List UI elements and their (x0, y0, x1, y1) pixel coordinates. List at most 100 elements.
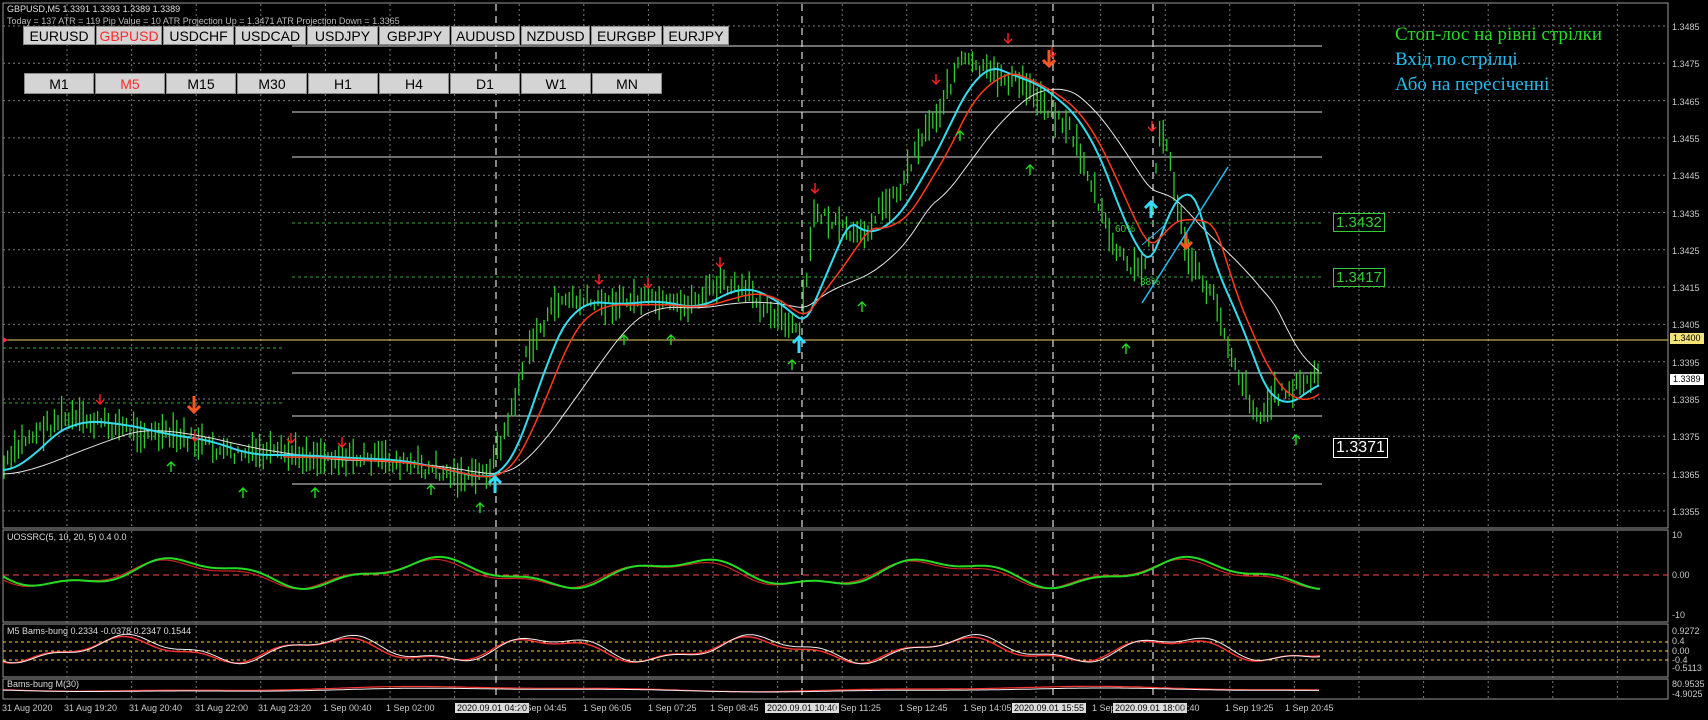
time-tick-label: 31 Aug 22:00 (195, 703, 249, 713)
symbol-info: GBPUSD,M5 1.3391 1.3393 1.3389 1.3389 (7, 4, 181, 14)
chart-canvas[interactable] (0, 0, 1708, 720)
price-tick-label: 1.3395 (1672, 357, 1700, 368)
symbol-button-nzdusd[interactable]: NZDUSD (521, 26, 590, 45)
uossrc-axis-zero: 0.00 (1672, 570, 1690, 580)
annotation-crossing: Або на пересіченні (1395, 74, 1550, 95)
arrow-up-icon (1025, 164, 1035, 175)
big-arrow-up-icon (487, 474, 503, 493)
time-tick-label: 1 Sep 20:45 (1285, 703, 1334, 713)
current-price-label: 1.3389 (1670, 374, 1704, 385)
price-tick-label: 1.3465 (1672, 96, 1700, 107)
timeframe-button-d1[interactable]: D1 (450, 73, 520, 94)
timeframe-button-mn[interactable]: MN (592, 73, 662, 94)
price-tick-label: 1.3445 (1672, 171, 1700, 182)
time-tick-label: 1 Sep 04:45 (518, 703, 567, 713)
uossrc-signal-line (2, 558, 1320, 590)
bams-m30-axis-min: -4.9025 (1672, 689, 1703, 699)
time-tick-label: 1 Sep 07:25 (648, 703, 697, 713)
time-tick-label: 1 Sep 12:45 (899, 703, 948, 713)
time-cursor-label: 2020.09.01 15:55 (1012, 703, 1087, 713)
arrow-down-icon (1003, 33, 1013, 44)
bams-axis-max: 0.9272 (1672, 626, 1700, 636)
time-tick-label: 31 Aug 23:20 (258, 703, 312, 713)
arrow-down-icon (1147, 121, 1157, 132)
arrow-down-icon (810, 183, 820, 194)
uossrc-axis-bottom: -10 (1672, 610, 1686, 620)
timeframe-button-m30[interactable]: M30 (237, 73, 307, 94)
arrow-down-icon (715, 257, 725, 268)
time-tick-label: 31 Aug 2020 (2, 703, 53, 713)
fib-label-38: 38% (1140, 277, 1161, 288)
price-tick-label: 1.3385 (1672, 395, 1700, 405)
price-tick-label: 1.3355 (1672, 506, 1700, 517)
symbol-button-usdchf[interactable]: USDCHF (163, 26, 234, 45)
time-tick-label: 1 Sep 14:05 (963, 703, 1012, 713)
big-arrow-up-icon (1143, 199, 1159, 218)
arrow-up-icon (857, 301, 867, 312)
level-label-1371: 1.3371 (1333, 438, 1388, 458)
level-label-1417: 1.3417 (1333, 268, 1385, 287)
time-cursor-label: 2020.09.01 18:00 (1113, 703, 1188, 713)
price-tick-label: 1.3435 (1672, 208, 1700, 219)
pane-frame (2, 529, 1669, 623)
time-tick-label: 1 Sep 06:05 (583, 703, 632, 713)
time-tick-label: 1 Sep 11:25 (833, 703, 881, 713)
time-tick-label: 1 Sep 00:40 (323, 703, 372, 713)
time-tick-label: 1 Sep 02:00 (386, 703, 435, 713)
timeframe-button-h4[interactable]: H4 (379, 73, 449, 94)
symbol-button-eurusd[interactable]: EURUSD (23, 26, 95, 45)
chart-window[interactable]: GBPUSD,M5 1.3391 1.3393 1.3389 1.3389 To… (0, 0, 1708, 720)
arrow-down-icon (931, 74, 941, 85)
pane-frame (2, 623, 1669, 678)
symbol-button-usdjpy[interactable]: USDJPY (307, 26, 378, 45)
price-tick-label: 1.3475 (1672, 59, 1700, 70)
bams-m30-axis-max: 80.9535 (1672, 679, 1705, 689)
big-arrow-up-icon (791, 334, 807, 353)
timeframe-button-m15[interactable]: M15 (166, 73, 236, 94)
bar-marker-icon (3, 337, 8, 343)
time-tick-label: 1 Sep 19:25 (1225, 703, 1274, 713)
level-label-1432: 1.3432 (1333, 213, 1385, 232)
symbol-button-gbpusd[interactable]: GBPUSD (96, 26, 162, 45)
price-tick-label: 1.3365 (1672, 469, 1700, 480)
arrow-up-icon (310, 487, 320, 498)
arrow-up-icon (475, 502, 485, 513)
price-tick-label: 1.3485 (1672, 22, 1700, 32)
bams-red-line (2, 635, 1321, 665)
timeframe-button-m5[interactable]: M5 (95, 73, 165, 94)
price-tick-label: 1.3415 (1672, 283, 1700, 294)
arrow-up-icon (1121, 343, 1131, 354)
time-tick-label: 18:40 (1177, 703, 1200, 713)
symbol-button-audusd[interactable]: AUDUSD (451, 26, 520, 45)
timeframe-button-w1[interactable]: W1 (521, 73, 591, 94)
arrow-up-icon (238, 487, 248, 498)
uossrc-axis-top: 10 (1672, 530, 1683, 540)
uossrc-title: UOSSRC(5, 10, 20, 5) 0.4 0.0 (7, 532, 127, 542)
price-tick-label: 1.3455 (1672, 133, 1700, 144)
uossrc-main-line (2, 555, 1321, 591)
symbol-button-eurgbp[interactable]: EURGBP (591, 26, 662, 45)
timeframe-button-h1[interactable]: H1 (308, 73, 378, 94)
time-tick-label: 31 Aug 20:40 (129, 703, 183, 713)
arrow-up-icon (426, 484, 436, 495)
price-tick-label: 1.3405 (1672, 320, 1700, 331)
symbol-button-gbpjpy[interactable]: GBPJPY (379, 26, 450, 45)
time-tick-label: 31 Aug 19:20 (64, 703, 118, 713)
symbol-button-eurjpy[interactable]: EURJPY (663, 26, 729, 45)
highlight-price-label: 1.3400 (1670, 333, 1704, 344)
bams-m30-title: Bams-bung M(30) (7, 679, 80, 689)
price-tick-label: 1.3425 (1672, 245, 1700, 256)
bams-axis-pos: 0.4 (1672, 636, 1685, 646)
bams-white-line (2, 633, 1321, 665)
price-tick-label: 1.3375 (1672, 432, 1700, 443)
arrow-down-icon (594, 274, 604, 285)
symbol-button-usdcad[interactable]: USDCAD (235, 26, 306, 45)
annotation-stop-loss: Стоп-лос на рівні стрілки (1395, 24, 1603, 45)
arrow-up-icon (166, 461, 176, 472)
atr-info: Today = 137 ATR = 119 Pip Value = 10 ATR… (7, 16, 400, 26)
pane-frame (2, 678, 1669, 700)
timeframe-button-m1[interactable]: M1 (24, 73, 94, 94)
arrow-down-icon (95, 394, 105, 405)
bams-title: M5 Bams-bung 0.2334 -0.0378 0.2347 0.154… (7, 626, 192, 636)
time-tick-label: 1 Sep 08:45 (710, 703, 759, 713)
